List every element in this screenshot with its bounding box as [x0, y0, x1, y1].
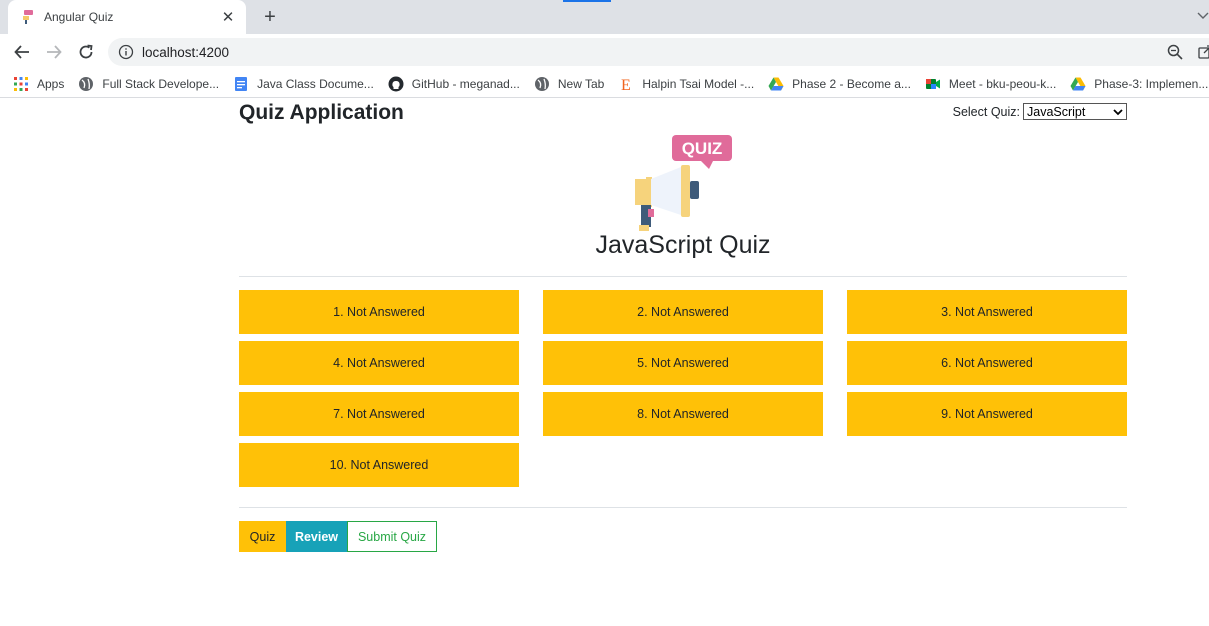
logo-quiz-text: QUIZ: [682, 139, 723, 158]
zoom-icon[interactable]: [1166, 43, 1184, 61]
bookmark-phase-3[interactable]: Phase-3: Implemen...: [1062, 72, 1209, 96]
bookmark-github[interactable]: GitHub - meganad...: [380, 72, 526, 96]
bookmark-phase-2[interactable]: Phase 2 - Become a...: [760, 72, 917, 96]
bookmark-label: GitHub - meganad...: [411, 76, 520, 91]
select-quiz-label: Select Quiz:: [952, 104, 1020, 119]
globe-icon: [534, 76, 550, 92]
close-icon[interactable]: ✕: [220, 9, 236, 26]
bookmark-label: Full Stack Develope...: [102, 76, 220, 91]
forward-arrow-icon[interactable]: [42, 40, 66, 64]
share-icon[interactable]: [1198, 44, 1209, 60]
submit-quiz-button[interactable]: Submit Quiz: [347, 521, 437, 552]
quiz-select[interactable]: JavaScript: [1023, 103, 1127, 120]
meet-icon: [925, 76, 941, 92]
question-button-7[interactable]: 7. Not Answered: [239, 392, 519, 436]
etsy-e-icon: E: [618, 76, 634, 94]
question-button-6[interactable]: 6. Not Answered: [847, 341, 1127, 385]
svg-text:E: E: [621, 77, 631, 92]
browser-tab-strip: Angular Quiz ✕ +: [0, 0, 1209, 34]
drive-icon: [1070, 76, 1086, 92]
reload-icon[interactable]: [74, 40, 98, 64]
browser-tab[interactable]: Angular Quiz ✕: [8, 0, 246, 34]
question-button-8[interactable]: 8. Not Answered: [543, 392, 823, 436]
bookmark-label: New Tab: [557, 76, 605, 91]
drive-icon: [768, 76, 784, 92]
bookmark-halpin-tsai[interactable]: E Halpin Tsai Model -...: [610, 72, 760, 96]
app-title: Quiz Application: [239, 101, 404, 124]
globe-icon: [78, 76, 94, 92]
bookmark-apps[interactable]: Apps: [0, 72, 70, 96]
question-button-1[interactable]: 1. Not Answered: [239, 290, 519, 334]
question-button-2[interactable]: 2. Not Answered: [543, 290, 823, 334]
bookmarks-bar: Apps Full Stack Develope... Java Class D…: [0, 70, 1209, 98]
tab-title: Angular Quiz: [44, 10, 114, 24]
address-bar[interactable]: localhost:4200: [108, 38, 1209, 66]
bookmark-label: Java Class Docume...: [257, 76, 374, 91]
info-icon[interactable]: [118, 44, 134, 60]
address-url: localhost:4200: [142, 44, 230, 60]
bookmark-label: Meet - bku-peou-k...: [948, 76, 1057, 91]
question-button-4[interactable]: 4. Not Answered: [239, 341, 519, 385]
quiz-container: Quiz Application Select Quiz: JavaScript…: [239, 99, 1127, 626]
back-arrow-icon[interactable]: [10, 40, 34, 64]
bookmark-label: Apps: [37, 76, 65, 91]
question-button-5[interactable]: 5. Not Answered: [543, 341, 823, 385]
github-icon: [388, 76, 404, 92]
bookmark-label: Halpin Tsai Model -...: [642, 76, 755, 91]
bookmark-label: Phase-3: Implemen...: [1094, 76, 1209, 91]
divider-top: [239, 276, 1127, 277]
apps-grid-icon: [13, 76, 29, 92]
doc-icon: [233, 76, 249, 92]
tab-loading-accent: [563, 0, 611, 2]
angular-favicon-icon: [20, 9, 36, 25]
tab-search-chevron-icon[interactable]: [1196, 6, 1209, 26]
bookmark-java-class-docs[interactable]: Java Class Docume...: [225, 72, 380, 96]
question-button-10[interactable]: 10. Not Answered: [239, 443, 519, 487]
bookmark-full-stack[interactable]: Full Stack Develope...: [70, 72, 225, 96]
new-tab-button[interactable]: +: [258, 5, 282, 29]
quiz-action-buttons: Quiz Review Submit Quiz: [239, 521, 437, 552]
bookmark-meet[interactable]: Meet - bku-peou-k...: [917, 72, 1062, 96]
quiz-select-group: Select Quiz: JavaScript: [953, 103, 1127, 120]
chevron-down-icon: [1113, 105, 1123, 119]
question-button-9[interactable]: 9. Not Answered: [847, 392, 1127, 436]
review-button[interactable]: Review: [286, 521, 347, 552]
bookmark-label: Phase 2 - Become a...: [792, 76, 911, 91]
quiz-megaphone-logo: QUIZ: [629, 133, 739, 233]
divider-bottom: [239, 507, 1127, 508]
quiz-heading: JavaScript Quiz: [595, 231, 771, 259]
page-content: Quiz Application Select Quiz: JavaScript…: [0, 99, 1209, 626]
quiz-select-value: JavaScript: [1027, 104, 1086, 119]
bookmark-new-tab[interactable]: New Tab: [526, 72, 610, 96]
quiz-button[interactable]: Quiz: [239, 521, 286, 552]
question-button-3[interactable]: 3. Not Answered: [847, 290, 1127, 334]
browser-toolbar: localhost:4200: [0, 34, 1209, 70]
